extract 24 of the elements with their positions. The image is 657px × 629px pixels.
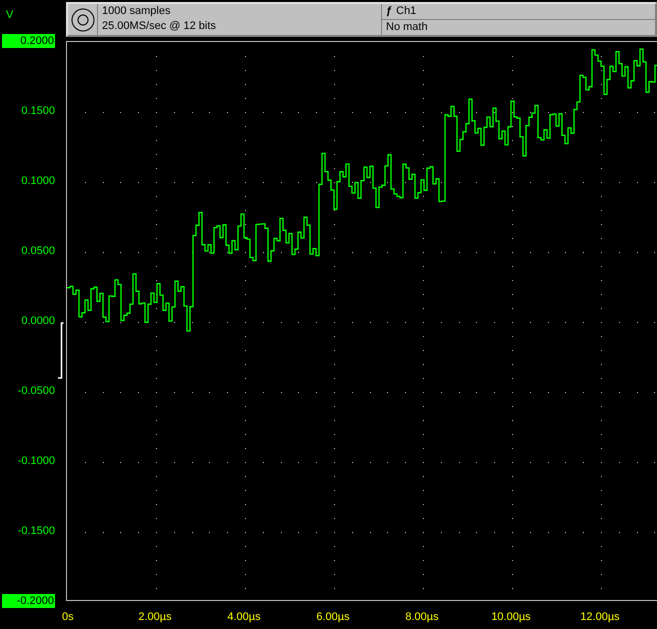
axis-value: 0s (62, 610, 74, 624)
axis-value: -0.1500 (18, 524, 55, 538)
function-icon: ƒ (386, 4, 392, 19)
axis-value: -0.0500 (18, 384, 55, 398)
samples-text: 1000 samples (102, 4, 172, 19)
unit-label: V (6, 10, 14, 21)
axis-value: -0.1000 (18, 454, 55, 468)
axis-value: 8.00µs (405, 610, 439, 624)
axis-value: 0.2000 (2, 34, 55, 48)
axis-value: 0.1000 (21, 174, 55, 188)
axis-value: -0.2000 (2, 594, 55, 608)
axis-value: 6.00µs (316, 610, 350, 624)
axis-value: 0.0000 (21, 314, 55, 328)
channel-text: Ch1 (396, 4, 416, 19)
target-icon[interactable] (70, 6, 96, 32)
sample-rate-text: 25.00MS/sec @ 12 bits (102, 19, 217, 34)
axis-value: 0.1500 (21, 104, 55, 118)
axis-value: 12.00µs (580, 610, 620, 624)
math-text: No math (385, 20, 429, 35)
axis-value: 0.0500 (21, 244, 55, 258)
axis-value: 4.00µs (227, 610, 261, 624)
trigger-marker (58, 322, 64, 379)
axis-value: 10.00µs (491, 610, 531, 624)
axis-value: 2.00µs (138, 610, 172, 624)
